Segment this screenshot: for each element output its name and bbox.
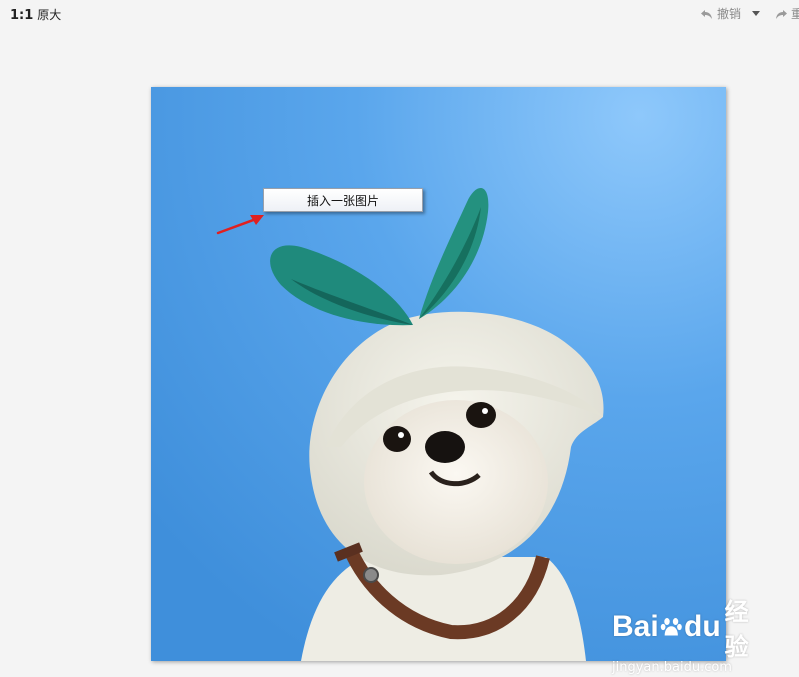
- redo-button[interactable]: 重做: [774, 5, 799, 22]
- context-menu-item-label: 插入一张图片: [306, 193, 379, 208]
- zoom-original-size-button[interactable]: 1:1 原大: [10, 6, 61, 23]
- zoom-ratio-text: 1:1: [10, 8, 34, 23]
- zoom-label: 原大: [37, 8, 62, 22]
- red-arrow-annotation: [216, 215, 264, 235]
- watermark-url: jingyan.baidu.com: [612, 660, 732, 675]
- undo-button[interactable]: 撤销: [700, 5, 741, 22]
- watermark-brand-cn: 经验: [724, 598, 749, 661]
- redo-label: 重做: [791, 7, 799, 21]
- redo-icon: [776, 9, 787, 19]
- inserted-image[interactable]: [151, 87, 726, 661]
- dog-photo-graphic: [151, 87, 726, 661]
- undo-icon: [701, 9, 712, 19]
- undo-history-dropdown[interactable]: [750, 7, 762, 19]
- context-menu-insert-image[interactable]: 插入一张图片: [263, 188, 423, 212]
- undo-label: 撤销: [717, 7, 742, 21]
- editor-toolbar: 1:1 原大 撤销 重做: [0, 0, 799, 28]
